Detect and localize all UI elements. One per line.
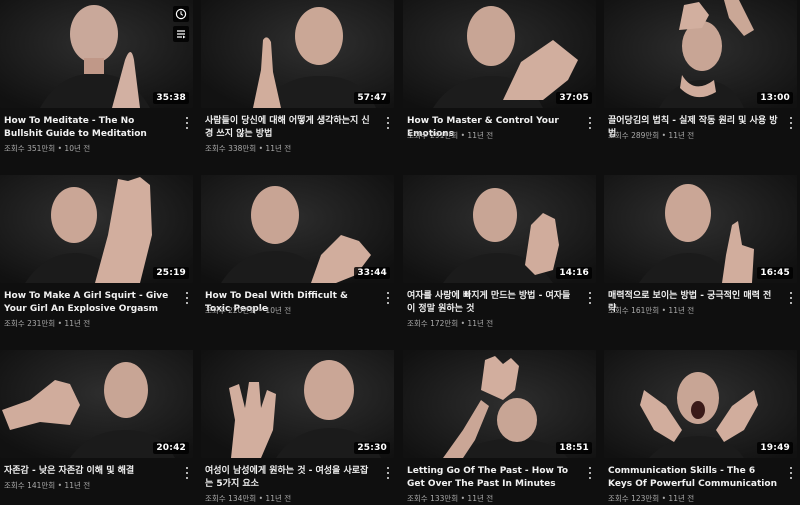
duration-badge: 25:30 <box>354 442 390 454</box>
video-card[interactable]: 37:05 How To Master & Control Your Emoti… <box>403 0 599 140</box>
video-title[interactable]: 자존감 - 낮은 자존감 이해 및 해결 <box>4 465 174 478</box>
upload-age: 11년 전 <box>64 481 91 490</box>
video-meta: 조회수 351만회 • 10년 전 <box>4 144 91 153</box>
more-vert-icon[interactable] <box>586 466 594 480</box>
more-vert-icon[interactable] <box>787 291 795 305</box>
video-card[interactable]: 35:38 How To Meditate - The No Bullshit … <box>0 0 196 153</box>
duration-badge: 35:38 <box>153 92 189 104</box>
video-thumbnail[interactable]: 14:16 <box>403 175 596 283</box>
video-title[interactable]: Letting Go Of The Past - How To Get Over… <box>407 465 577 491</box>
more-vert-icon[interactable] <box>183 116 191 130</box>
video-card[interactable]: 25:30 여성이 남성에게 원하는 것 - 여성을 사로잡는 5가지 요소 조… <box>201 350 397 503</box>
duration-badge: 13:00 <box>757 92 793 104</box>
more-vert-icon[interactable] <box>183 466 191 480</box>
upload-age: 11년 전 <box>64 319 91 328</box>
watch-later-button[interactable] <box>173 6 189 22</box>
video-thumbnail[interactable]: 57:47 <box>201 0 394 108</box>
upload-age: 11년 전 <box>668 131 695 140</box>
video-title[interactable]: Communication Skills - The 6 Keys Of Pow… <box>608 465 778 491</box>
more-vert-icon[interactable] <box>787 116 795 130</box>
duration-badge: 14:16 <box>556 267 592 279</box>
video-thumbnail[interactable]: 16:45 <box>604 175 797 283</box>
video-thumbnail[interactable]: 19:49 <box>604 350 797 458</box>
upload-age: 11년 전 <box>668 494 695 503</box>
video-card[interactable]: 16:45 매력적으로 보이는 방법 - 궁극적인 매력 전략 조회수 161만… <box>604 175 800 315</box>
upload-age: 11년 전 <box>467 494 494 503</box>
upload-age: 10년 전 <box>265 306 292 315</box>
video-thumbnail[interactable]: 35:38 <box>0 0 193 108</box>
video-thumbnail[interactable]: 25:19 <box>0 175 193 283</box>
more-vert-icon[interactable] <box>787 466 795 480</box>
view-count: 조회수 134만회 <box>205 494 257 503</box>
view-count: 조회수 231만회 <box>4 319 56 328</box>
more-vert-icon[interactable] <box>384 116 392 130</box>
view-count: 조회수 289만회 <box>608 131 660 140</box>
duration-badge: 20:42 <box>153 442 189 454</box>
view-count: 조회수 141만회 <box>4 481 56 490</box>
view-count: 조회수 161만회 <box>608 306 660 315</box>
video-card[interactable]: 57:47 사람들이 당신에 대해 어떻게 생각하는지 신경 쓰지 않는 방법 … <box>201 0 397 153</box>
video-meta: 조회수 220만회 • 10년 전 <box>205 306 292 315</box>
more-vert-icon[interactable] <box>384 466 392 480</box>
upload-age: 11년 전 <box>265 494 292 503</box>
duration-badge: 57:47 <box>354 92 390 104</box>
view-count: 조회수 351만회 <box>4 144 56 153</box>
view-count: 조회수 133만회 <box>407 494 459 503</box>
duration-badge: 19:49 <box>757 442 793 454</box>
video-meta: 조회수 123만회 • 11년 전 <box>608 494 695 503</box>
video-card[interactable]: 33:44 How To Deal With Difficult & Toxic… <box>201 175 397 315</box>
view-count: 조회수 220만회 <box>205 306 257 315</box>
video-meta: 조회수 133만회 • 11년 전 <box>407 494 494 503</box>
view-count: 조회수 291만회 <box>407 131 459 140</box>
duration-badge: 37:05 <box>556 92 592 104</box>
video-thumbnail[interactable]: 18:51 <box>403 350 596 458</box>
video-card[interactable]: 14:16 여자를 사랑에 빠지게 만드는 방법 - 여자들이 정말 원하는 것… <box>403 175 599 328</box>
upload-age: 11년 전 <box>467 131 494 140</box>
video-card[interactable]: 13:00 끌어당김의 법칙 - 실제 작동 원리 및 사용 방법 조회수 28… <box>604 0 800 140</box>
view-count: 조회수 172만회 <box>407 319 459 328</box>
add-to-queue-button[interactable] <box>173 26 189 42</box>
upload-age: 11년 전 <box>265 144 292 153</box>
duration-badge: 18:51 <box>556 442 592 454</box>
video-meta: 조회수 289만회 • 11년 전 <box>608 131 695 140</box>
video-title[interactable]: 사람들이 당신에 대해 어떻게 생각하는지 신경 쓰지 않는 방법 <box>205 115 375 141</box>
duration-badge: 16:45 <box>757 267 793 279</box>
view-count: 조회수 338만회 <box>205 144 257 153</box>
clock-icon <box>175 8 187 20</box>
video-meta: 조회수 161만회 • 11년 전 <box>608 306 695 315</box>
video-card[interactable]: 18:51 Letting Go Of The Past - How To Ge… <box>403 350 599 503</box>
video-thumbnail[interactable]: 37:05 <box>403 0 596 108</box>
video-thumbnail[interactable]: 25:30 <box>201 350 394 458</box>
duration-badge: 25:19 <box>153 267 189 279</box>
video-card[interactable]: 19:49 Communication Skills - The 6 Keys … <box>604 350 800 503</box>
video-title[interactable]: How To Make A Girl Squirt - Give Your Gi… <box>4 290 174 316</box>
upload-age: 11년 전 <box>668 306 695 315</box>
video-meta: 조회수 141만회 • 11년 전 <box>4 481 91 490</box>
video-meta: 조회수 134만회 • 11년 전 <box>205 494 292 503</box>
video-thumbnail[interactable]: 13:00 <box>604 0 797 108</box>
more-vert-icon[interactable] <box>586 116 594 130</box>
video-card[interactable]: 20:42 자존감 - 낮은 자존감 이해 및 해결 조회수 141만회 • 1… <box>0 350 196 490</box>
view-count: 조회수 123만회 <box>608 494 660 503</box>
video-card[interactable]: 25:19 How To Make A Girl Squirt - Give Y… <box>0 175 196 328</box>
video-meta: 조회수 172만회 • 11년 전 <box>407 319 494 328</box>
more-vert-icon[interactable] <box>586 291 594 305</box>
more-vert-icon[interactable] <box>183 291 191 305</box>
video-thumbnail[interactable]: 20:42 <box>0 350 193 458</box>
video-meta: 조회수 231만회 • 11년 전 <box>4 319 91 328</box>
video-meta: 조회수 291만회 • 11년 전 <box>407 131 494 140</box>
playlist-add-icon <box>177 30 186 39</box>
video-title[interactable]: How To Meditate - The No Bullshit Guide … <box>4 115 174 141</box>
video-grid: 35:38 How To Meditate - The No Bullshit … <box>0 0 800 505</box>
upload-age: 10년 전 <box>64 144 91 153</box>
more-vert-icon[interactable] <box>384 291 392 305</box>
video-title[interactable]: 여성이 남성에게 원하는 것 - 여성을 사로잡는 5가지 요소 <box>205 465 375 491</box>
video-title[interactable]: 여자를 사랑에 빠지게 만드는 방법 - 여자들이 정말 원하는 것 <box>407 290 577 316</box>
upload-age: 11년 전 <box>467 319 494 328</box>
duration-badge: 33:44 <box>354 267 390 279</box>
video-meta: 조회수 338만회 • 11년 전 <box>205 144 292 153</box>
video-thumbnail[interactable]: 33:44 <box>201 175 394 283</box>
